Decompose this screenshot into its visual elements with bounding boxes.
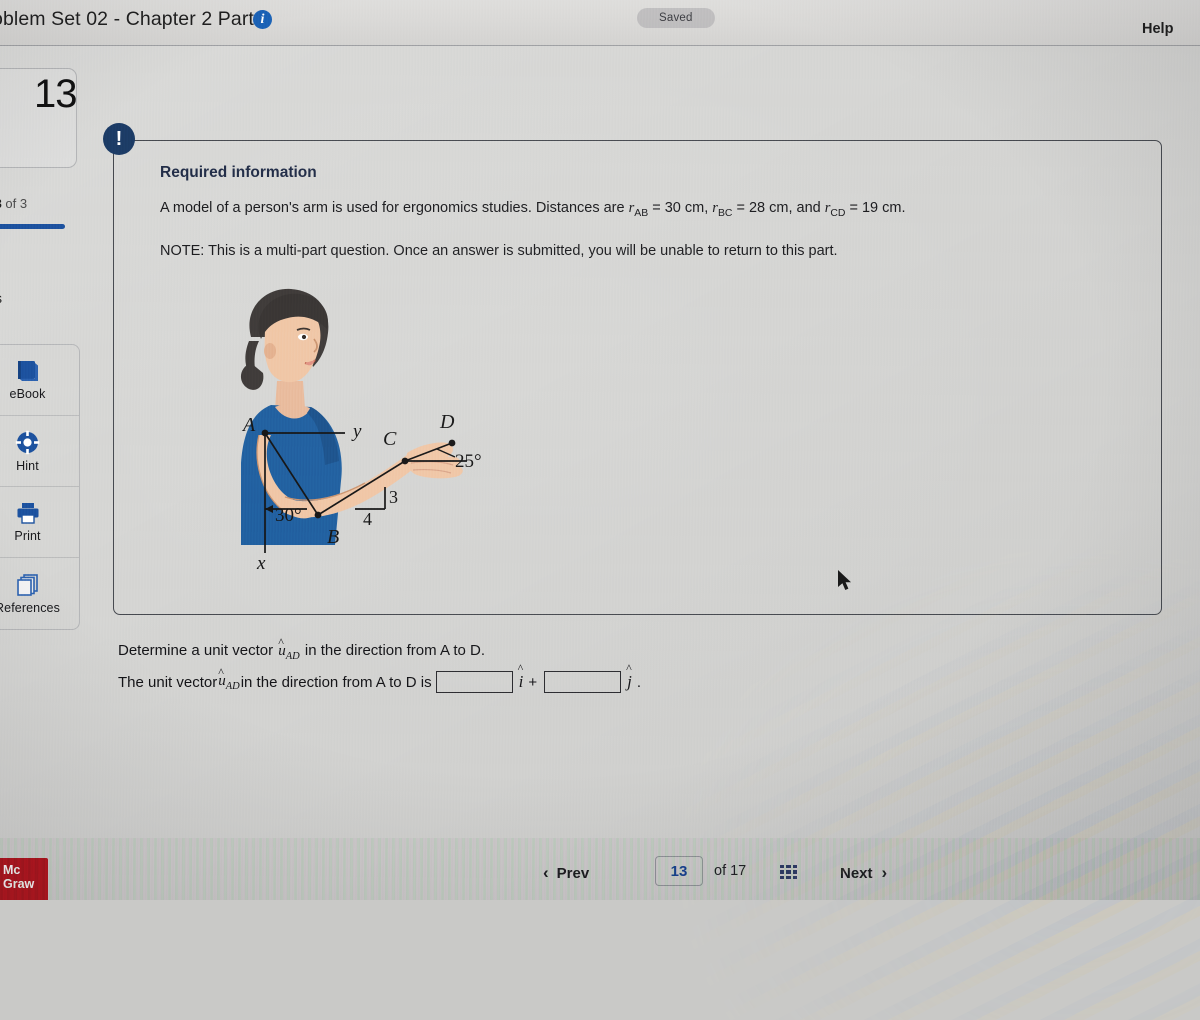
chevron-right-icon: › — [881, 863, 888, 882]
answer-text-a: The unit vector — [118, 673, 218, 691]
tool-stack: eBook Hint Print References — [0, 344, 80, 630]
help-link[interactable]: Help — [1142, 21, 1173, 37]
tool-print[interactable]: Print — [0, 487, 79, 558]
next-button[interactable]: Next › — [840, 863, 887, 883]
page-title: oblem Set 02 - Chapter 2 Part 1 — [0, 8, 271, 30]
figure-label-run: 4 — [363, 509, 372, 529]
page-number-input[interactable]: 13 — [655, 856, 703, 886]
multipart-note: NOTE: This is a multi-part question. Onc… — [160, 243, 838, 259]
copy-pages-icon — [15, 573, 41, 597]
tool-ebook[interactable]: eBook — [0, 345, 79, 416]
figure-label-y: y — [351, 421, 362, 442]
bottom-navigation: ‹ Prev 13 of 17 Next › — [0, 853, 1200, 900]
distance-value-ab: = 30 cm, — [648, 200, 713, 216]
alert-exclamation-icon: ! — [103, 123, 135, 155]
unit-vector-i-label: ^ i — [517, 661, 524, 691]
figure-label-x: x — [256, 553, 266, 574]
next-label: Next — [840, 864, 873, 882]
distance-term-cd: rCD — [824, 200, 846, 219]
points-label: nts — [0, 291, 2, 306]
top-bar: oblem Set 02 - Chapter 2 Part 1 i Saved … — [0, 0, 1200, 46]
printer-icon — [15, 501, 41, 525]
part-progress-track — [0, 224, 65, 229]
figure-label-B: B — [327, 526, 339, 548]
figure-label-angle-25: 25° — [455, 451, 482, 472]
body-text-pre: A model of a person's arm is used for er… — [160, 200, 629, 216]
question-prompt: Determine a unit vector ^ uAD in the dire… — [118, 635, 486, 662]
prev-label: Prev — [556, 864, 590, 882]
answer-input-j[interactable] — [544, 671, 622, 693]
distance-value-cd: = 19 cm. — [845, 200, 906, 216]
unit-vector-j-label: ^ j — [626, 661, 632, 691]
arm-model-figure: A B C D y x 3 4 30° 25° — [215, 285, 515, 575]
part-progress-label: rt 3 of 3 — [0, 196, 27, 211]
figure-label-C: C — [383, 428, 397, 450]
figure-label-A: A — [241, 414, 256, 436]
figure-label-angle-30: 30° — [275, 505, 302, 526]
answer-row: The unit vector ^ uAD in the direction fr… — [118, 661, 642, 700]
required-information-body: A model of a person's arm is used for er… — [160, 198, 1100, 222]
unit-vector-symbol-answer: ^ uAD — [218, 664, 240, 692]
status-badge-saved: Saved — [637, 8, 715, 28]
plus-sign: + — [528, 673, 538, 691]
left-rail: 13 rt 3 of 3 nts eBook — [0, 46, 92, 900]
distance-value-bc: = 28 cm, and — [732, 200, 825, 216]
tool-references[interactable]: References — [0, 558, 79, 629]
part-progress-fill — [0, 224, 65, 229]
prompt-text-b: in the direction from A to D. — [300, 642, 486, 659]
tool-label-ebook: eBook — [9, 387, 46, 401]
figure-label-rise: 3 — [389, 487, 398, 507]
tool-label-hint: Hint — [16, 458, 39, 473]
screen-photo: oblem Set 02 - Chapter 2 Part 1 i Saved … — [0, 0, 1200, 1020]
distance-term-ab: rAB — [628, 200, 649, 219]
lifebuoy-icon — [15, 430, 40, 455]
answer-input-i[interactable] — [435, 671, 513, 693]
prompt-text-a: Determine a unit vector — [118, 642, 278, 659]
book-icon — [15, 359, 41, 383]
figure-label-D: D — [439, 411, 455, 433]
period-mark: . — [636, 673, 642, 691]
tool-label-references: References — [0, 600, 60, 615]
info-icon[interactable]: i — [253, 10, 272, 29]
tool-label-print: Print — [14, 529, 41, 543]
chevron-left-icon: ‹ — [543, 863, 549, 882]
part-suffix: of 3 — [1, 196, 28, 211]
grid-apps-icon[interactable] — [780, 865, 797, 879]
unit-vector-symbol-prompt: ^ uAD — [278, 635, 300, 662]
answer-text-b: in the direction from A to D is — [240, 673, 432, 691]
arm-model-svg: A B C D y x 3 4 30° 25° — [240, 288, 482, 574]
required-information-heading: Required information — [160, 164, 317, 181]
question-number: 13 — [34, 72, 77, 116]
prev-button[interactable]: ‹ Prev — [543, 863, 589, 883]
tool-hint[interactable]: Hint — [0, 416, 79, 487]
distance-term-bc: rBC — [712, 200, 733, 219]
page-total-label: of 17 — [714, 863, 747, 879]
